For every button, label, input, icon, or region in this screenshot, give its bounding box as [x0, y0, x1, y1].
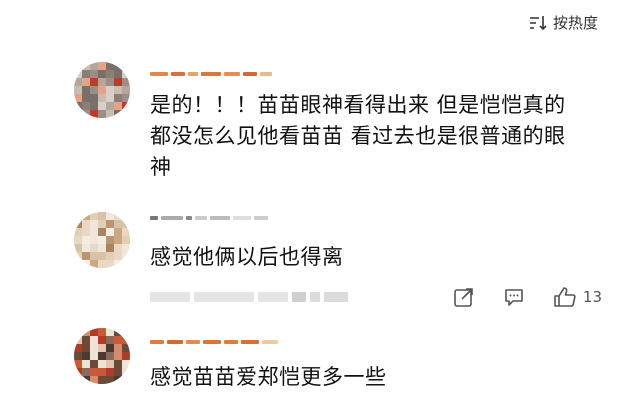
- sort-by-hot-button[interactable]: 按热度: [529, 12, 598, 33]
- comment-icon: [503, 286, 525, 308]
- comment-text: 感觉苗苗爱郑恺更多一些: [150, 365, 387, 389]
- username-blurred[interactable]: [150, 210, 268, 226]
- avatar[interactable]: [74, 62, 130, 118]
- sort-label: 按热度: [552, 14, 598, 32]
- comment-button[interactable]: [503, 286, 525, 308]
- thumbs-up-icon: [553, 286, 577, 308]
- comment-text: 感觉他俩以后也得离: [150, 245, 344, 269]
- avatar[interactable]: [74, 328, 130, 384]
- username-blurred[interactable]: [150, 334, 278, 350]
- comment-meta-blurred: [150, 292, 348, 302]
- like-button[interactable]: 13: [553, 286, 602, 308]
- avatar-image: [74, 328, 130, 384]
- username-blurred[interactable]: [150, 66, 272, 82]
- comment-text: 是的！！！苗苗眼神看得出来 但是恺恺真的 都没怎么见他看苗苗 看过去也是很普通的…: [150, 93, 566, 179]
- share-button[interactable]: [453, 286, 475, 308]
- like-count: 13: [582, 288, 602, 306]
- avatar[interactable]: [74, 212, 130, 268]
- avatar-image: [74, 212, 130, 268]
- sort-icon: [529, 15, 547, 31]
- share-icon: [453, 286, 475, 308]
- comment-actions: 13: [453, 286, 602, 308]
- avatar-image: [74, 62, 130, 118]
